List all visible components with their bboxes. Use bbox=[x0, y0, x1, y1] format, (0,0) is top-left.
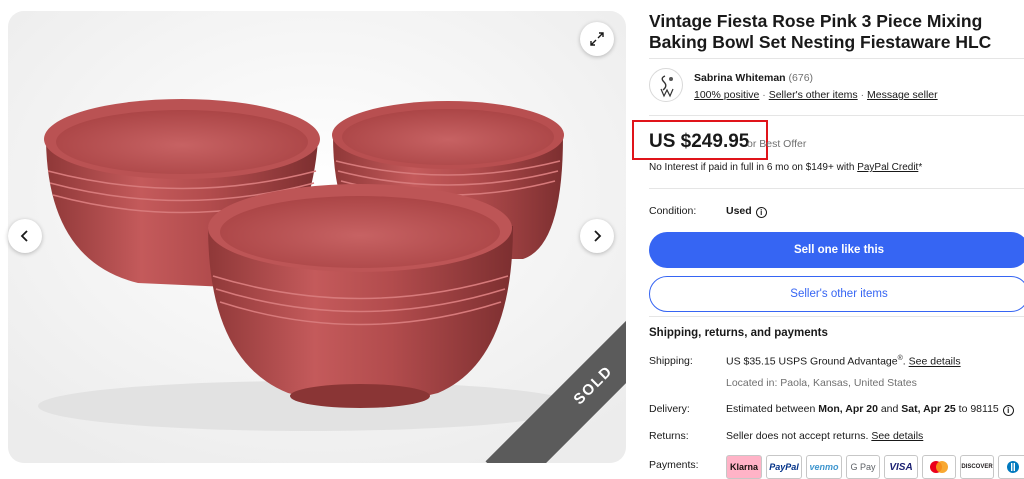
best-offer-text: or Best Offer bbox=[747, 138, 807, 150]
divider bbox=[649, 188, 1024, 189]
financing-text: No Interest if paid in full in 6 mo on $… bbox=[649, 162, 922, 173]
visa-icon: VISA bbox=[884, 455, 918, 479]
separator: · bbox=[857, 89, 868, 101]
delivery-and: and bbox=[877, 403, 902, 415]
delivery-label: Delivery: bbox=[649, 403, 690, 415]
image-gallery[interactable]: SOLD bbox=[8, 11, 626, 463]
price: US $249.95 bbox=[649, 131, 750, 152]
product-photo bbox=[8, 11, 626, 463]
seller-logo-icon bbox=[660, 75, 674, 98]
venmo-icon: venmo bbox=[806, 455, 842, 479]
separator: · bbox=[759, 89, 769, 101]
previous-image-button[interactable] bbox=[8, 219, 42, 253]
paypal-icon: PayPal bbox=[766, 455, 802, 479]
item-location: Located in: Paola, Kansas, United States bbox=[726, 377, 917, 389]
payment-methods: Klarna PayPal venmo G Pay VISA DISCOVER bbox=[726, 455, 1024, 479]
registered-mark: ® bbox=[897, 355, 903, 362]
seller-card: Sabrina Whiteman (676) 100% positive · S… bbox=[649, 68, 1024, 104]
divider bbox=[649, 316, 1024, 317]
returns-value-line: Seller does not accept returns. See deta… bbox=[726, 430, 923, 442]
chevron-left-icon bbox=[20, 230, 28, 242]
financing-prefix: No Interest if paid in full in 6 mo on $… bbox=[649, 162, 858, 173]
klarna-icon: Klarna bbox=[726, 455, 762, 479]
returns-value: Seller does not accept returns. bbox=[726, 430, 872, 442]
returns-see-details-link[interactable]: See details bbox=[871, 430, 923, 442]
seller-name[interactable]: Sabrina Whiteman bbox=[694, 72, 786, 84]
shipping-value: US $35.15 USPS Ground Advantage bbox=[726, 355, 898, 368]
condition-value-line: Used i bbox=[726, 205, 767, 218]
positive-feedback-link[interactable]: 100% positive bbox=[694, 89, 759, 101]
seller-links: 100% positive · Seller's other items · M… bbox=[694, 89, 938, 101]
listing-panel: Vintage Fiesta Rose Pink 3 Piece Mixing … bbox=[632, 0, 1024, 479]
google-pay-icon: G Pay bbox=[846, 455, 880, 479]
location-text: Located in: Paola, Kansas, United States bbox=[726, 377, 917, 389]
discover-icon: DISCOVER bbox=[960, 455, 994, 479]
seller-feedback-count: (676) bbox=[788, 72, 814, 84]
returns-label: Returns: bbox=[649, 430, 689, 442]
sell-one-like-this-button[interactable]: Sell one like this bbox=[649, 232, 1024, 268]
seller-avatar[interactable] bbox=[649, 68, 683, 102]
delivery-value-line: Estimated between Mon, Apr 20 and Sat, A… bbox=[726, 403, 1014, 416]
divider bbox=[649, 58, 1024, 59]
shipping-section-heading: Shipping, returns, and payments bbox=[649, 327, 828, 339]
delivery-prefix: Estimated between bbox=[726, 403, 819, 415]
sellers-other-items-link[interactable]: Seller's other items bbox=[769, 89, 858, 101]
delivery-info-icon[interactable]: i bbox=[1002, 405, 1014, 416]
chevron-right-icon bbox=[594, 230, 602, 242]
mastercard-icon bbox=[922, 455, 956, 479]
shipping-see-details-link[interactable]: See details bbox=[909, 356, 961, 368]
shipping-label: Shipping: bbox=[649, 355, 693, 367]
diners-club-icon bbox=[998, 455, 1024, 479]
paypal-credit-link[interactable]: PayPal Credit bbox=[857, 162, 918, 173]
sellers-other-items-button[interactable]: Seller's other items bbox=[649, 276, 1024, 312]
message-seller-link[interactable]: Message seller bbox=[867, 89, 938, 101]
info-icon[interactable]: i bbox=[755, 207, 767, 218]
financing-suffix: * bbox=[918, 162, 923, 173]
divider bbox=[649, 115, 1024, 116]
condition-value: Used bbox=[726, 205, 752, 217]
fullscreen-button[interactable] bbox=[580, 22, 614, 56]
mastercard-logo-icon bbox=[930, 461, 948, 473]
shipping-value-line: US $35.15 USPS Ground Advantage®. See de… bbox=[726, 355, 961, 368]
delivery-suffix: to 98115 bbox=[955, 403, 999, 415]
delivery-end: Sat, Apr 25 bbox=[901, 403, 956, 415]
payments-label: Payments: bbox=[649, 459, 699, 471]
expand-icon bbox=[590, 32, 604, 46]
next-image-button[interactable] bbox=[580, 219, 614, 253]
seller-name-line: Sabrina Whiteman (676) bbox=[694, 72, 813, 84]
diners-club-logo-icon bbox=[1007, 461, 1019, 473]
delivery-start: Mon, Apr 20 bbox=[818, 403, 878, 415]
listing-title: Vintage Fiesta Rose Pink 3 Piece Mixing … bbox=[649, 11, 992, 52]
condition-label: Condition: bbox=[649, 205, 697, 217]
